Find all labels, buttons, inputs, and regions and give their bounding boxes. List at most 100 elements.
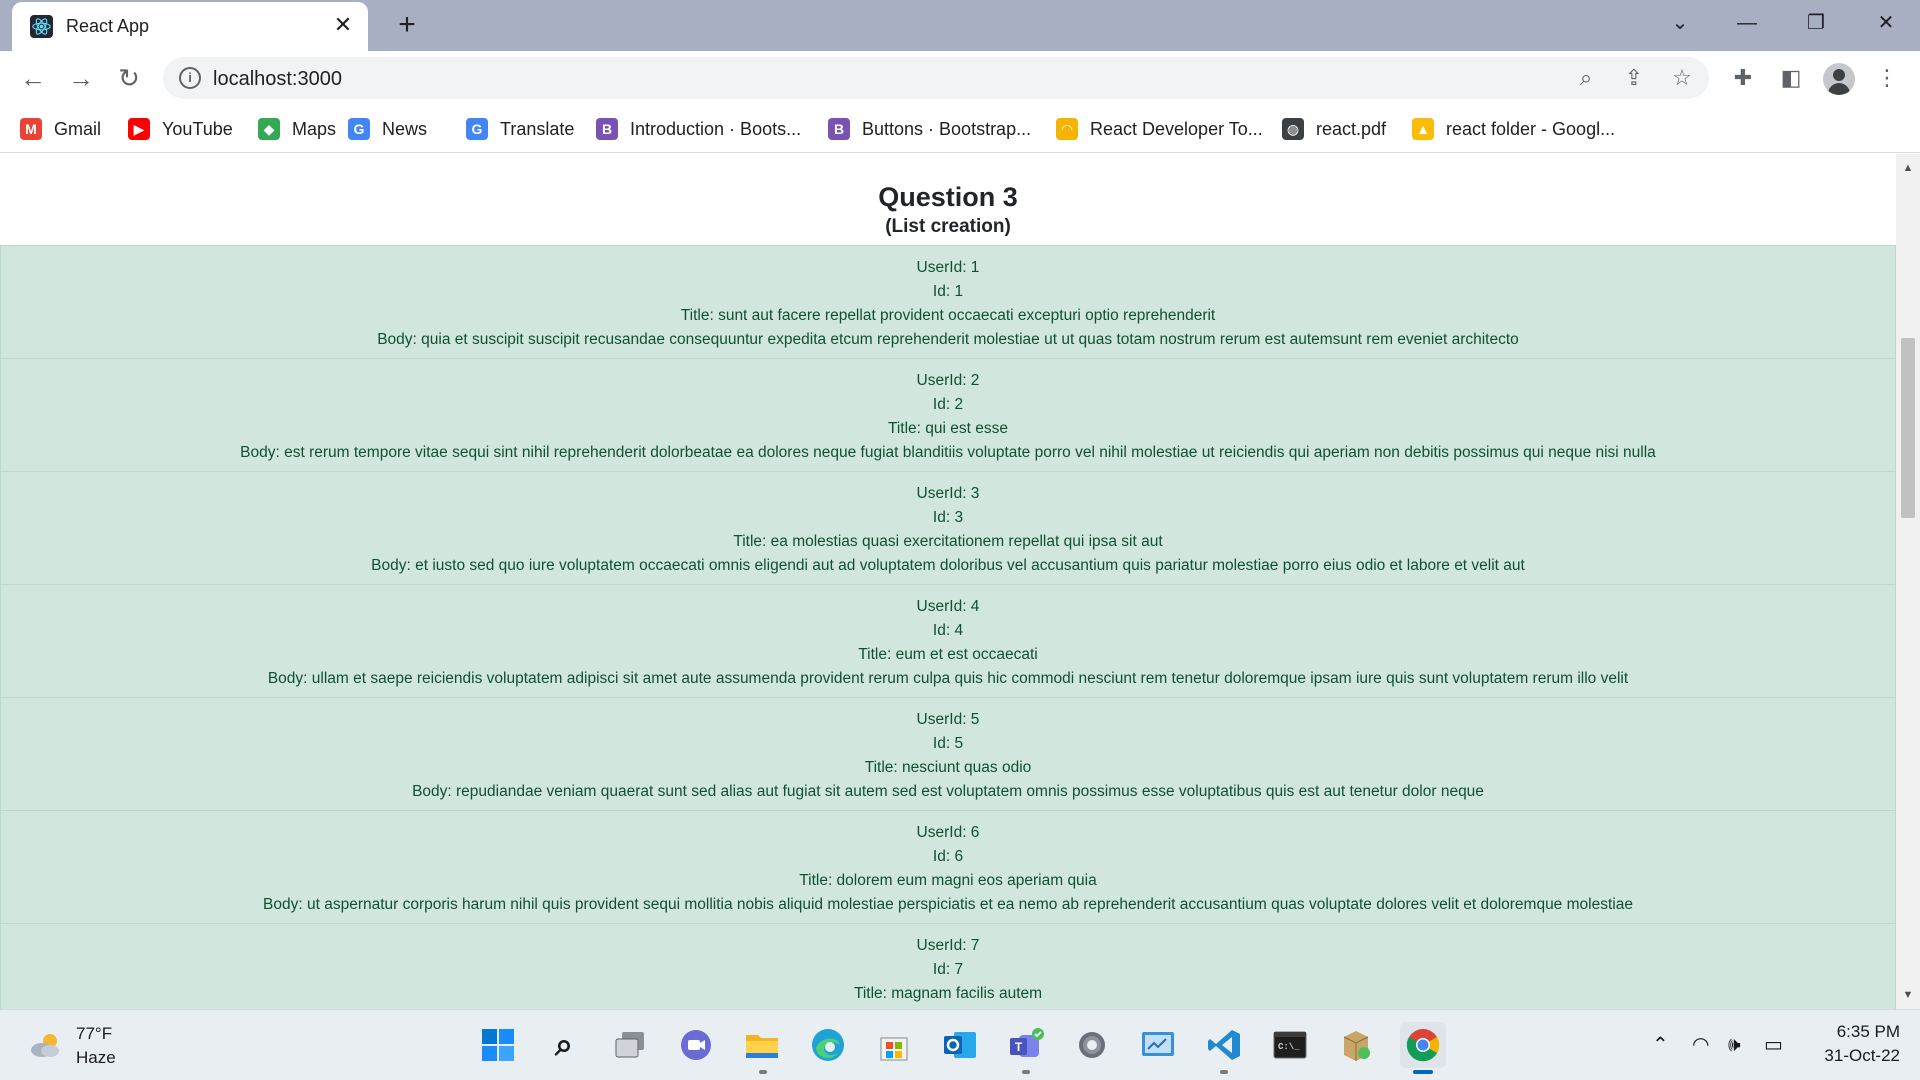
search-icon[interactable]: ⌕ [544,1025,584,1065]
running-indicator [1220,1070,1228,1074]
address-bar-url[interactable]: localhost:3000 [213,68,342,91]
page-scrollbar[interactable]: ▲ ▼ [1896,154,1920,1009]
profile-avatar[interactable] [1823,63,1855,95]
bookmark-star-icon[interactable]: ☆ [1669,65,1695,91]
share-icon[interactable]: ⇪ [1621,65,1647,91]
bookmark-6[interactable]: B Buttons · Bootstrap... [828,115,1031,143]
post-body: Body: est rerum tempore vitae sequi sint… [240,444,1656,461]
address-bar[interactable]: i localhost:3000 ⌕ ⇪ ☆ [163,57,1709,99]
bookmark-4[interactable]: G Translate [466,115,574,143]
scroll-up-arrow-icon[interactable]: ▲ [1896,158,1920,178]
minimize-window-button[interactable]: — [1727,8,1767,38]
post-userid: UserId: 1 [916,259,980,276]
post-id: Id: 2 [932,396,964,413]
bookmark-0[interactable]: M Gmail [20,115,101,143]
new-tab-button[interactable]: + [392,10,422,40]
post-title: Title: ea molestias quasi exercitationem… [733,533,1163,550]
bookmark-3[interactable]: G News [348,115,427,143]
bookmarks-bar: M Gmail ▶ YouTube ◆ Maps G News G Translate B Intro… [0,105,1920,153]
post-title: Title: dolorem eum magni eos aperiam qui… [799,872,1097,889]
restore-window-button[interactable]: ❐ [1796,8,1836,38]
kebab-menu-icon[interactable]: ⋮ [1872,63,1902,93]
browser-tab-react-app[interactable]: React App ✕ [12,2,368,51]
file-explorer-icon[interactable] [742,1025,782,1065]
bookmark-8[interactable]: ◍ react.pdf [1282,115,1386,143]
battery-icon[interactable]: ▭ [1764,1032,1783,1058]
chrome-icon[interactable] [1400,1022,1446,1068]
wifi-icon[interactable]: ◠ [1692,1032,1709,1058]
news-icon: G [348,118,370,140]
bookmark-label: Buttons · Bootstrap... [862,118,1032,139]
bookmark-1[interactable]: ▶ YouTube [128,115,233,143]
bookmark-label: YouTube [162,118,233,139]
list-item: UserId: 2 Id: 2 Title: qui est esse Body: e… [1,359,1895,472]
side-panel-icon[interactable]: ◧ [1776,63,1806,93]
chat-icon[interactable] [676,1025,716,1065]
post-userid: UserId: 4 [916,598,980,615]
bookmark-2[interactable]: ◆ Maps [258,115,336,143]
clock-time[interactable]: 6:35 PM [1800,1022,1900,1042]
settings-icon[interactable] [1072,1025,1112,1065]
maps-icon: ◆ [258,118,280,140]
post-body: Body: et iusto sed quo iure voluptatem o… [371,557,1525,574]
weather-description[interactable]: Haze [76,1048,116,1068]
post-userid: UserId: 6 [916,824,980,841]
post-userid: UserId: 3 [916,485,980,502]
post-body: Body: ullam et saepe reiciendis voluptat… [267,670,1629,687]
zoom-icon[interactable]: ⌕ [1573,65,1599,91]
edge-icon[interactable] [808,1025,848,1065]
bookmark-label: react.pdf [1316,118,1387,139]
bookmark-7[interactable]: ◠ React Developer To... [1056,115,1263,143]
back-arrow-icon[interactable]: ← [16,61,50,95]
bookmark-5[interactable]: B Introduction · Boots... [596,115,801,143]
volume-icon[interactable]: 🕪 [1728,1032,1741,1058]
running-indicator [759,1070,767,1074]
scrollbar-thumb[interactable] [1901,338,1915,518]
list-item: UserId: 6 Id: 6 Title: dolorem eum magni e… [1,811,1895,924]
post-title: Title: sunt aut facere repellat providen… [680,307,1216,324]
post-userid: UserId: 7 [916,937,980,954]
outlook-icon[interactable] [940,1025,980,1065]
windows-start-icon[interactable] [478,1025,518,1065]
bookmark-label: News [382,118,428,139]
bookmark-9[interactable]: ▲ react folder - Googl... [1412,115,1615,143]
post-title: Title: magnam facilis autem [853,985,1043,1002]
gmail-icon: M [20,118,42,140]
control-panel-icon[interactable] [1138,1025,1178,1065]
weather-haze-icon[interactable] [28,1030,64,1060]
list-item: UserId: 1 Id: 1 Title: sunt aut facere rep… [1,246,1895,359]
post-title: Title: nesciunt quas odio [864,759,1032,776]
extensions-puzzle-icon[interactable]: ✚ [1728,63,1758,93]
vscode-icon[interactable] [1204,1025,1244,1065]
list-item: UserId: 5 Id: 5 Title: nesciunt quas odio B… [1,698,1895,811]
task-view-icon[interactable] [610,1025,650,1065]
teams-icon[interactable]: T [1006,1025,1046,1065]
clock-date[interactable]: 31-Oct-22 [1800,1046,1900,1066]
winrar-icon[interactable] [1336,1025,1376,1065]
post-id: Id: 4 [932,622,964,639]
tab-search-chevron-icon[interactable]: ⌄ [1660,8,1700,38]
site-info-icon[interactable]: i [179,67,201,89]
reload-icon[interactable]: ↻ [112,61,146,95]
post-id: Id: 1 [932,283,964,300]
react-favicon-icon [30,15,53,38]
google-drive-icon: ▲ [1412,118,1434,140]
microsoft-store-icon[interactable] [874,1025,914,1065]
post-userid: UserId: 5 [916,711,980,728]
show-hidden-icons-chevron-icon[interactable]: ⌃ [1652,1032,1669,1058]
terminal-icon[interactable]: C:\_ [1270,1025,1310,1065]
post-id: Id: 5 [932,735,964,752]
tab-close-icon[interactable]: ✕ [332,14,354,36]
list-item: UserId: 7 Id: 7 Title: magnam facilis aute… [1,924,1895,1009]
forward-arrow-icon[interactable]: → [64,61,98,95]
running-indicator [1022,1070,1030,1074]
bookmark-label: React Developer To... [1090,118,1263,139]
browser-toolbar: ← → ↻ i localhost:3000 ⌕ ⇪ ☆ ✚ ◧ ⋮ [0,51,1920,105]
weather-temperature[interactable]: 77°F [76,1024,112,1044]
post-body: Body: quia et suscipit suscipit recusand… [377,331,1519,348]
chrome-webstore-icon: ◠ [1056,118,1078,140]
close-window-button[interactable]: ✕ [1866,8,1906,38]
scroll-down-arrow-icon[interactable]: ▼ [1896,985,1920,1005]
translate-icon: G [466,118,488,140]
bookmark-label: Introduction · Boots... [630,118,802,139]
